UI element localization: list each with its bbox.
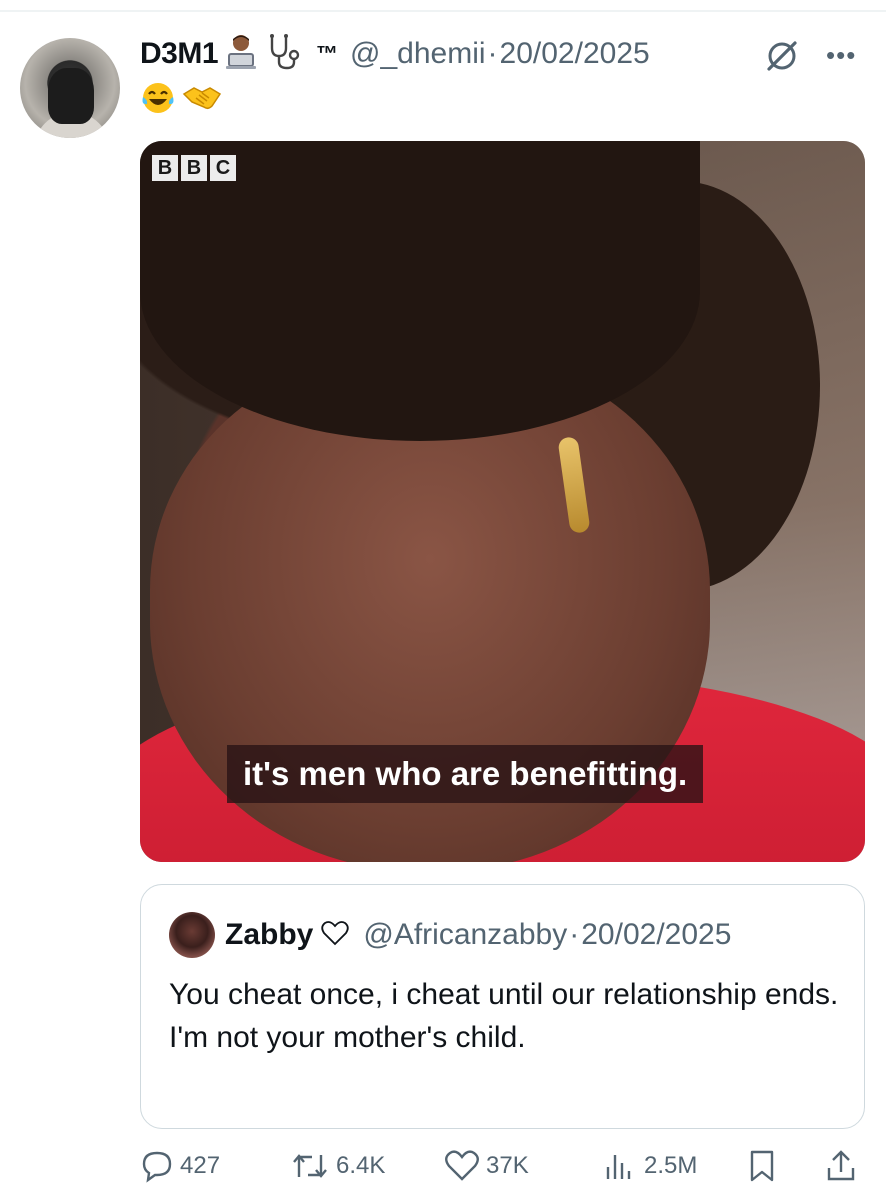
bbc-logo: B B C bbox=[152, 155, 236, 181]
author-display-name[interactable]: D3M1 bbox=[140, 37, 219, 71]
grok-icon[interactable] bbox=[764, 38, 800, 74]
handshake-icon bbox=[182, 80, 222, 116]
action-bar: 427 6.4K 37K 2.5M bbox=[140, 1146, 865, 1186]
repost-button[interactable]: 6.4K bbox=[290, 1146, 385, 1186]
stethoscope-icon bbox=[264, 32, 304, 77]
author-avatar[interactable] bbox=[20, 38, 120, 138]
like-count: 37K bbox=[486, 1152, 529, 1179]
quoted-date: 20/02/2025 bbox=[581, 918, 732, 951]
quoted-handle: @Africanzabby bbox=[363, 918, 568, 951]
quoted-tweet[interactable]: Zabby @Africanzabby · 20/02/2025 You che… bbox=[140, 884, 865, 1129]
views-button[interactable]: 2.5M bbox=[602, 1146, 697, 1186]
reply-count: 427 bbox=[180, 1152, 221, 1179]
bookmark-icon bbox=[746, 1148, 778, 1184]
heart-outline-icon bbox=[321, 920, 350, 951]
like-button[interactable]: 37K bbox=[444, 1146, 529, 1186]
heart-icon bbox=[444, 1149, 480, 1183]
more-options-button[interactable]: ••• bbox=[826, 40, 856, 71]
share-icon bbox=[824, 1148, 858, 1184]
reply-button[interactable]: 427 bbox=[140, 1146, 220, 1186]
author-handle[interactable]: @_dhemii bbox=[350, 37, 486, 71]
quoted-display-name: Zabby bbox=[225, 918, 314, 951]
post-date[interactable]: 20/02/2025 bbox=[500, 37, 650, 71]
media-hair bbox=[140, 141, 700, 441]
tweet-media-image[interactable]: B B C it's men who are benefitting. bbox=[140, 141, 865, 862]
bio-emoji-row bbox=[140, 80, 222, 116]
avatar-figure-shape bbox=[48, 68, 94, 124]
top-divider bbox=[0, 10, 886, 12]
reply-icon bbox=[140, 1149, 174, 1183]
views-count: 2.5M bbox=[644, 1152, 698, 1179]
trademark-symbol: ™ bbox=[316, 41, 339, 66]
technologist-icon bbox=[222, 33, 260, 76]
repost-icon bbox=[290, 1149, 330, 1183]
media-caption: it's men who are benefitting. bbox=[227, 745, 704, 803]
header-separator: · bbox=[487, 37, 498, 70]
quoted-text: You cheat once, i cheat until our relati… bbox=[169, 978, 839, 1054]
repost-count: 6.4K bbox=[336, 1152, 386, 1179]
quoted-header: Zabby @Africanzabby · 20/02/2025 bbox=[225, 913, 731, 957]
quoted-separator: · bbox=[569, 918, 580, 951]
quoted-avatar[interactable] bbox=[169, 912, 215, 958]
share-button[interactable] bbox=[824, 1146, 858, 1186]
tweet-header: D3M1 ™ @_dhemii · 20/02/2025 bbox=[140, 32, 650, 77]
laughing-tears-icon bbox=[140, 80, 176, 116]
views-bar-chart-icon bbox=[602, 1149, 638, 1183]
bookmark-button[interactable] bbox=[746, 1146, 778, 1186]
